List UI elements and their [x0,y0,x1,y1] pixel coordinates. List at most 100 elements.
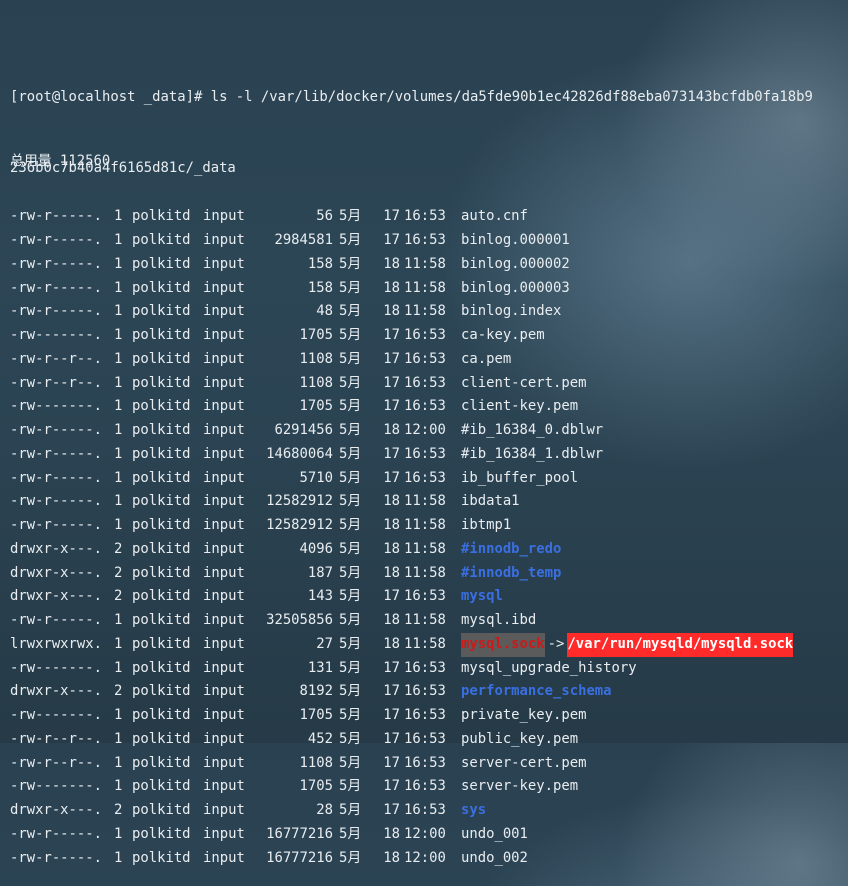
group-cell: input [203,443,253,467]
permission-cell: -rw-------. [10,324,114,348]
owner-cell: polkitd [132,823,203,847]
listing-row: drwxr-x---.2polkitdinput1435月1716:53mysq… [10,585,848,609]
day-cell: 18 [375,419,400,443]
terminal-output[interactable]: [root@localhost _data]# ls -l /var/lib/d… [10,6,848,743]
permission-cell: -rw-r--r--. [10,372,114,396]
listing-row: -rw-r--r--.1polkitdinput11085月1716:53cli… [10,372,848,396]
directory-name: mysql [461,585,503,609]
listing-row: -rw-------.1polkitdinput17055月1716:53ser… [10,775,848,799]
link-count-cell: 1 [114,324,132,348]
permission-cell: -rw-r--r--. [10,728,114,752]
file-name: client-key.pem [461,395,578,419]
owner-cell: polkitd [132,775,203,799]
size-cell: 14680064 [253,443,333,467]
month-cell: 5月 [333,395,375,419]
file-listing: -rw-r-----.1polkitdinput565月1716:53auto.… [10,205,848,870]
day-cell: 18 [375,609,400,633]
listing-row: -rw-r-----.1polkitdinput29845815月1716:53… [10,229,848,253]
filename-cell: binlog.000002 [454,253,570,277]
listing-row: -rw-r-----.1polkitdinput146800645月1716:5… [10,443,848,467]
filename-cell: ibtmp1 [454,514,511,538]
time-cell: 16:53 [400,657,454,681]
size-cell: 12582912 [253,490,333,514]
permission-cell: -rw-r-----. [10,253,114,277]
link-count-cell: 1 [114,372,132,396]
symlink-name: mysql.sock [461,633,545,657]
size-cell: 452 [253,728,333,752]
file-name: ca-key.pem [461,324,545,348]
day-cell: 17 [375,467,400,491]
time-cell: 12:00 [400,847,454,871]
group-cell: input [203,514,253,538]
size-cell: 1108 [253,752,333,776]
month-cell: 5月 [333,229,375,253]
file-name: binlog.index [461,300,561,324]
filename-cell: mysql [454,585,503,609]
link-count-cell: 1 [114,633,132,657]
day-cell: 17 [375,585,400,609]
month-cell: 5月 [333,514,375,538]
day-cell: 18 [375,538,400,562]
size-cell: 5710 [253,467,333,491]
size-cell: 16777216 [253,823,333,847]
month-cell: 5月 [333,752,375,776]
listing-row: -rw-r-----.1polkitdinput125829125月1811:5… [10,514,848,538]
owner-cell: polkitd [132,277,203,301]
permission-cell: -rw-------. [10,657,114,681]
permission-cell: -rw-r-----. [10,205,114,229]
file-name: binlog.000003 [461,277,570,301]
permission-cell: -rw-r-----. [10,277,114,301]
day-cell: 18 [375,490,400,514]
permission-cell: -rw-r-----. [10,300,114,324]
link-count-cell: 2 [114,562,132,586]
permission-cell: -rw-r-----. [10,419,114,443]
group-cell: input [203,752,253,776]
link-count-cell: 1 [114,395,132,419]
link-count-cell: 1 [114,728,132,752]
filename-cell: auto.cnf [454,205,528,229]
link-count-cell: 1 [114,443,132,467]
group-cell: input [203,823,253,847]
listing-row: -rw-r-----.1polkitdinput565月1716:53auto.… [10,205,848,229]
month-cell: 5月 [333,324,375,348]
month-cell: 5月 [333,799,375,823]
time-cell: 16:53 [400,205,454,229]
time-cell: 16:53 [400,752,454,776]
day-cell: 18 [375,514,400,538]
month-cell: 5月 [333,728,375,752]
month-cell: 5月 [333,253,375,277]
owner-cell: polkitd [132,443,203,467]
listing-row: -rw-r-----.1polkitdinput167772165月1812:0… [10,847,848,871]
time-cell: 11:58 [400,514,454,538]
link-count-cell: 1 [114,704,132,728]
month-cell: 5月 [333,372,375,396]
listing-row: -rw-r-----.1polkitdinput1585月1811:58binl… [10,277,848,301]
day-cell: 17 [375,704,400,728]
listing-row: drwxr-x---.2polkitdinput1875月1811:58#inn… [10,562,848,586]
filename-cell: #innodb_temp [454,562,561,586]
month-cell: 5月 [333,300,375,324]
filename-cell: mysql.ibd [454,609,536,633]
link-count-cell: 1 [114,300,132,324]
day-cell: 17 [375,799,400,823]
owner-cell: polkitd [132,514,203,538]
group-cell: input [203,728,253,752]
filename-cell: ibdata1 [454,490,520,514]
filename-cell: #ib_16384_0.dblwr [454,419,603,443]
link-count-cell: 1 [114,514,132,538]
month-cell: 5月 [333,467,375,491]
permission-cell: -rw-r-----. [10,609,114,633]
size-cell: 2984581 [253,229,333,253]
link-count-cell: 1 [114,609,132,633]
file-name: auto.cnf [461,205,528,229]
link-count-cell: 1 [114,253,132,277]
size-cell: 56 [253,205,333,229]
group-cell: input [203,324,253,348]
group-cell: input [203,657,253,681]
filename-cell: undo_002 [454,847,528,871]
size-cell: 48 [253,300,333,324]
link-count-cell: 1 [114,775,132,799]
permission-cell: -rw-------. [10,395,114,419]
command-line-1: [root@localhost _data]# ls -l /var/lib/d… [10,86,848,110]
day-cell: 17 [375,324,400,348]
